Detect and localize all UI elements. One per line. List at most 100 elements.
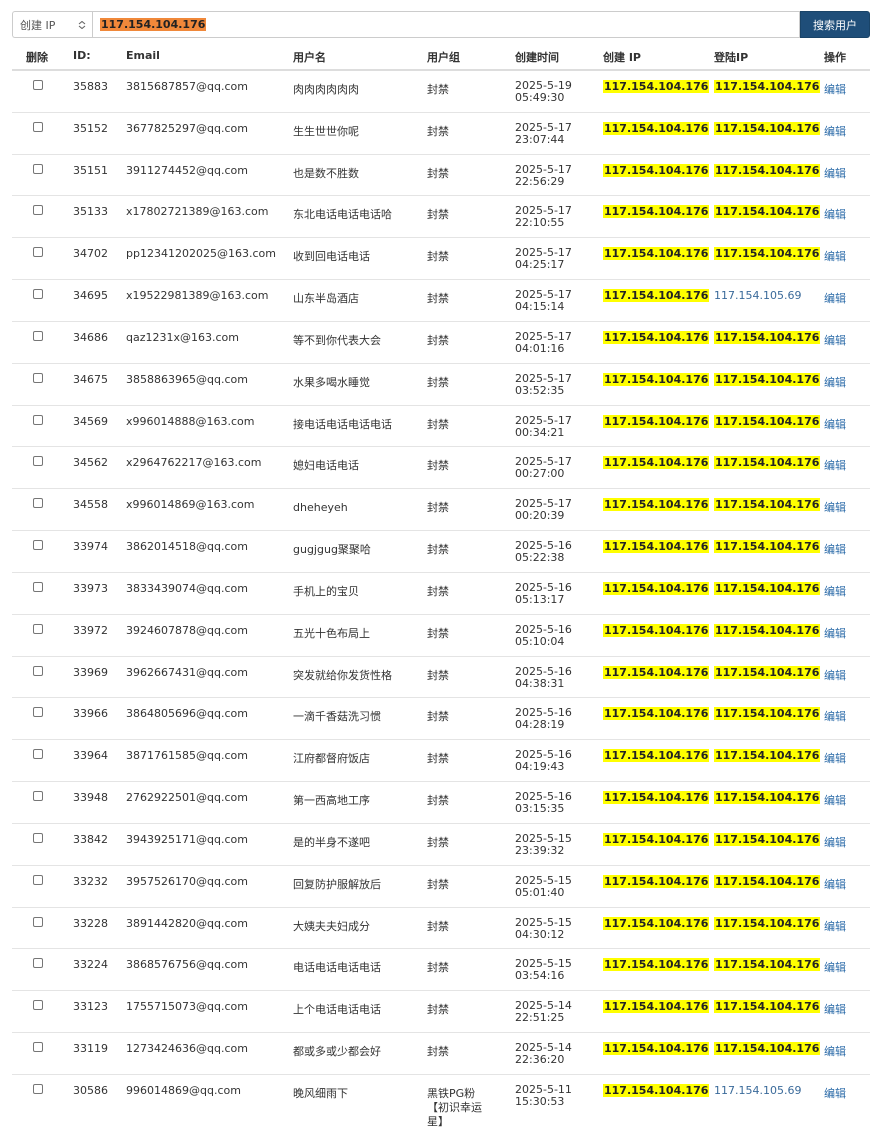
delete-checkbox[interactable] [33,958,43,969]
edit-link[interactable]: 编辑 [824,125,846,138]
user-name: 东北电话电话电话哈 [293,208,392,222]
edit-link[interactable]: 编辑 [824,83,846,96]
create-ip-cell: 117.154.104.176 [603,163,710,177]
delete-checkbox[interactable] [33,205,43,216]
edit-link[interactable]: 编辑 [824,459,846,472]
edit-link[interactable]: 编辑 [824,1003,846,1016]
edit-link[interactable]: 编辑 [824,794,846,807]
col-header-email: Email [126,49,160,62]
create-ip: 117.154.104.176 [603,581,710,595]
table-row: 34558 x996014869@163.com dheheyeh 封禁 2025-5-… [12,489,870,532]
delete-checkbox[interactable] [33,1042,43,1053]
col-header-group: 用户组 [427,51,460,64]
col-header-created: 创建时间 [515,51,559,64]
edit-link[interactable]: 编辑 [824,710,846,723]
edit-link[interactable]: 编辑 [824,627,846,640]
delete-checkbox[interactable] [33,414,43,425]
delete-checkbox[interactable] [33,163,43,174]
created-clock: 03:54:16 [515,969,565,983]
user-group: 封禁 [427,961,449,975]
user-name: 是的半身不遂吧 [293,835,370,849]
create-ip: 117.154.104.176 [603,121,710,135]
edit-link[interactable]: 编辑 [824,1045,846,1058]
delete-checkbox[interactable] [33,791,43,802]
login-ip: 117.154.104.176 [714,916,821,930]
edit-link[interactable]: 编辑 [824,167,846,180]
user-name: 手机上的宝贝 [293,584,359,598]
user-email: 3677825297@qq.com [126,121,248,135]
edit-link[interactable]: 编辑 [824,961,846,974]
search-users-button[interactable]: 搜索用户 [800,11,870,38]
delete-checkbox[interactable] [33,498,43,509]
create-ip: 117.154.104.176 [603,916,710,930]
login-ip-cell: 117.154.104.176 [714,121,821,135]
login-ip: 117.154.104.176 [714,414,821,428]
users-table: 删除 ID: Email 用户名 用户组 创建时间 创建 IP 登陆IP 操作 … [12,42,870,1133]
delete-checkbox[interactable] [33,1083,43,1094]
created-clock: 22:51:25 [515,1011,565,1025]
edit-link[interactable]: 编辑 [824,376,846,389]
delete-checkbox[interactable] [33,874,43,885]
user-name: 一滴千香菇洗习惯 [293,710,381,724]
delete-checkbox[interactable] [33,289,43,300]
create-ip-cell: 117.154.104.176 [603,874,710,888]
delete-checkbox[interactable] [33,330,43,341]
user-id: 33224 [73,958,108,972]
search-field-select[interactable]: 创建 IP [12,11,92,38]
search-input[interactable]: 117.154.104.176 [92,11,800,38]
delete-checkbox[interactable] [33,581,43,592]
edit-link[interactable]: 编辑 [824,585,846,598]
edit-link[interactable]: 编辑 [824,292,846,305]
user-email: x996014869@163.com [126,498,255,512]
login-ip: 117.154.104.176 [714,1000,821,1014]
user-id: 33969 [73,665,108,679]
chevron-up-down-icon [78,21,86,29]
edit-link[interactable]: 编辑 [824,836,846,849]
user-email: 1273424636@qq.com [126,1042,248,1056]
delete-checkbox[interactable] [33,121,43,132]
edit-link[interactable]: 编辑 [824,208,846,221]
user-name: 突发就给你发货性格 [293,668,392,682]
delete-checkbox[interactable] [33,1000,43,1011]
delete-checkbox[interactable] [33,832,43,843]
delete-checkbox[interactable] [33,749,43,760]
edit-link[interactable]: 编辑 [824,418,846,431]
user-id: 35152 [73,121,108,135]
table-row: 33228 3891442820@qq.com 大姨夫夫妇成分 封禁 2025-5-15… [12,908,870,950]
create-ip-cell: 117.154.104.176 [603,498,710,512]
delete-checkbox[interactable] [33,707,43,718]
user-group: 封禁 [427,250,449,264]
created-time: 2025-5-17 04:25:17 [515,247,590,271]
edit-link[interactable]: 编辑 [824,250,846,263]
delete-checkbox[interactable] [33,247,43,258]
user-id: 35133 [73,205,108,219]
user-id: 33973 [73,581,108,595]
created-clock: 23:39:32 [515,843,565,857]
delete-checkbox[interactable] [33,665,43,676]
edit-link[interactable]: 编辑 [824,920,846,933]
edit-link[interactable]: 编辑 [824,1087,846,1100]
edit-link[interactable]: 编辑 [824,543,846,556]
user-email: 1755715073@qq.com [126,1000,248,1014]
edit-link[interactable]: 编辑 [824,669,846,682]
user-name: gugjgug聚聚哈 [293,543,371,557]
user-id: 35151 [73,163,108,177]
user-id: 33232 [73,874,108,888]
create-ip-cell: 117.154.104.176 [603,749,710,763]
edit-link[interactable]: 编辑 [824,752,846,765]
delete-checkbox[interactable] [33,80,43,90]
created-time: 2025-5-17 22:10:55 [515,205,590,229]
created-time: 2025-5-17 04:15:14 [515,289,590,313]
user-group: 封禁 [427,584,449,598]
delete-checkbox[interactable] [33,540,43,551]
user-group: 封禁 [427,166,449,180]
delete-checkbox[interactable] [33,623,43,634]
edit-link[interactable]: 编辑 [824,878,846,891]
delete-checkbox[interactable] [33,372,43,383]
delete-checkbox[interactable] [33,916,43,927]
delete-checkbox[interactable] [33,456,43,467]
edit-link[interactable]: 编辑 [824,501,846,514]
login-ip: 117.154.104.176 [714,121,821,135]
user-group: 封禁 [427,459,449,473]
edit-link[interactable]: 编辑 [824,334,846,347]
